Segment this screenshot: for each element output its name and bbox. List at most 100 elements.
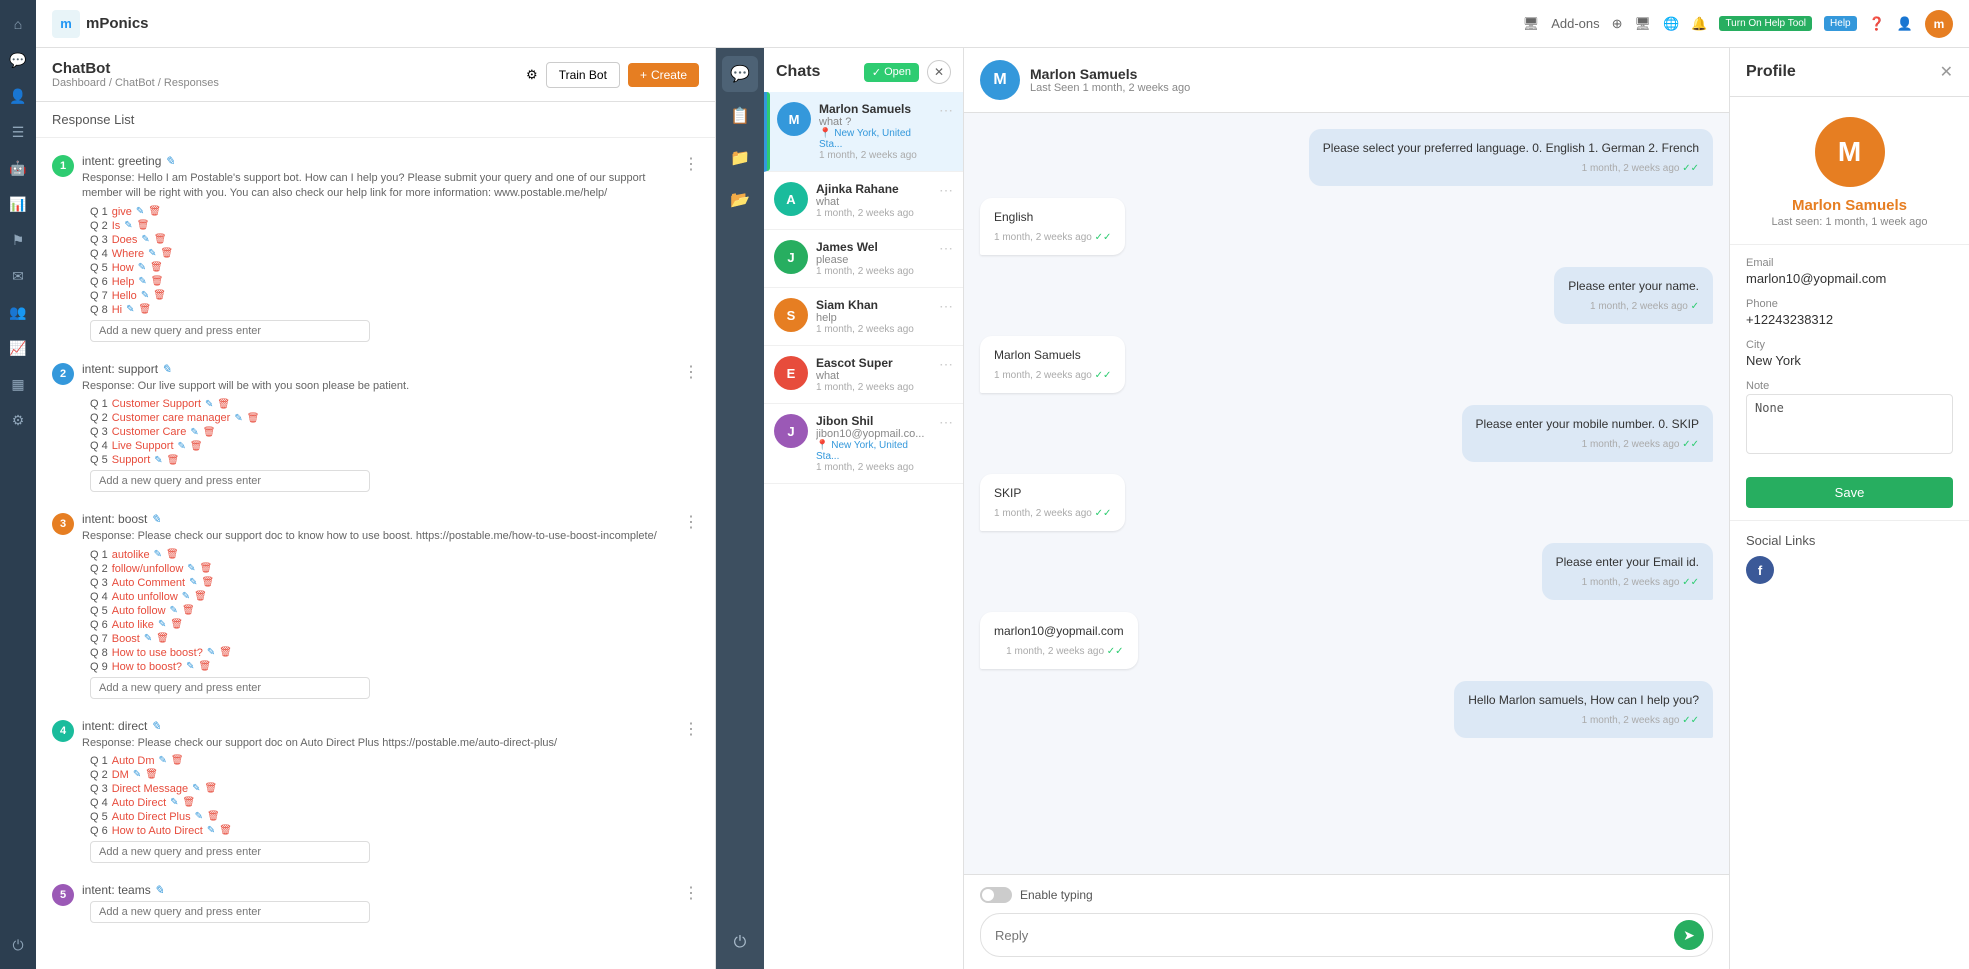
edit-icon[interactable]: ✎ [124,220,132,231]
save-button[interactable]: Save [1746,477,1953,508]
edit-icon[interactable]: ✎ [207,647,215,658]
nav-chat-icon[interactable]: 💬 [2,44,34,76]
edit-icon[interactable]: ✎ [192,783,200,794]
delete-icon[interactable]: 🗑 [153,290,166,301]
delete-icon[interactable]: 🗑 [207,811,220,822]
delete-icon[interactable]: 🗑 [203,427,216,438]
query-label[interactable]: Auto unfollow [112,591,178,603]
query-label[interactable]: Auto Dm [112,755,155,767]
delete-icon[interactable]: 🗑 [205,783,218,794]
query-label[interactable]: How to use boost? [112,647,203,659]
delete-icon[interactable]: 🗑 [217,399,230,410]
query-label[interactable]: Customer Care [112,426,187,438]
delete-icon[interactable]: 🗑 [194,591,207,602]
train-bot-button[interactable]: Train Bot [546,62,620,88]
edit-icon[interactable]: ✎ [187,563,195,574]
chat-menu-icon[interactable]: ⋯ [939,356,953,373]
delete-icon[interactable]: 🗑 [182,605,195,616]
sidebar-power-icon[interactable]: ⏻ [722,925,758,961]
intent-more-icon[interactable]: ⋮ [683,362,699,382]
delete-icon[interactable]: 🗑 [167,455,180,466]
query-label[interactable]: Customer care manager [112,412,231,424]
bell-icon[interactable]: 🔔 [1691,16,1707,32]
delete-icon[interactable]: 🗑 [148,206,161,217]
facebook-icon[interactable]: f [1746,556,1774,584]
edit-icon[interactable]: ✎ [136,206,144,217]
nav-home-icon[interactable]: ⌂ [2,8,34,40]
query-input[interactable] [90,901,370,923]
delete-icon[interactable]: 🗑 [156,633,169,644]
sidebar-archive-icon[interactable]: 📂 [722,182,758,218]
typing-toggle-switch[interactable] [980,887,1012,903]
delete-icon[interactable]: 🗑 [139,304,152,315]
nav-bot-icon[interactable]: 🤖 [2,152,34,184]
profile-close-button[interactable]: ✕ [1940,62,1953,82]
delete-icon[interactable]: 🗑 [145,769,158,780]
delete-icon[interactable]: 🗑 [166,549,179,560]
globe-icon[interactable]: 🌐 [1663,16,1679,32]
delete-icon[interactable]: 🗑 [219,647,232,658]
chat-item[interactable]: S Siam Khan help 1 month, 2 weeks ago ⋯ [764,288,963,346]
query-label[interactable]: Boost [112,633,140,645]
query-label[interactable]: Customer Support [112,398,201,410]
edit-icon[interactable]: ✎ [159,755,167,766]
intent-more-icon[interactable]: ⋮ [683,154,699,174]
nav-group-icon[interactable]: 👥 [2,296,34,328]
nav-bar-icon[interactable]: ▦ [2,368,34,400]
chat-menu-icon[interactable]: ⋯ [939,298,953,315]
edit-icon[interactable]: ✎ [195,811,203,822]
chat-item[interactable]: A Ajinka Rahane what 1 month, 2 weeks ag… [764,172,963,230]
query-label[interactable]: Auto follow [112,605,166,617]
edit-icon[interactable]: ✎ [186,661,194,672]
query-label[interactable]: Hello [112,290,137,302]
desktop-icon[interactable]: 🖥 [1635,16,1652,32]
delete-icon[interactable]: 🗑 [161,248,174,259]
query-label[interactable]: Is [112,220,121,232]
nav-settings-icon[interactable]: ⚙ [2,404,34,436]
intent-more-icon[interactable]: ⋮ [683,512,699,532]
chat-menu-icon[interactable]: ⋯ [939,182,953,199]
edit-icon[interactable]: ✎ [178,441,186,452]
edit-icon[interactable]: ✎ [144,633,152,644]
delete-icon[interactable]: 🗑 [154,234,167,245]
delete-icon[interactable]: 🗑 [171,755,184,766]
nav-menu-icon[interactable]: ☰ [2,116,34,148]
query-label[interactable]: follow/unfollow [112,563,184,575]
edit-icon[interactable]: ✎ [189,577,197,588]
note-textarea[interactable]: None [1746,394,1953,454]
edit-icon[interactable]: ✎ [234,413,242,424]
query-label[interactable]: autolike [112,549,150,561]
edit-icon[interactable]: ✎ [170,797,178,808]
send-button[interactable]: ➤ [1674,920,1704,950]
nav-flag-icon[interactable]: ⚑ [2,224,34,256]
intent-more-icon[interactable]: ⋮ [683,883,699,903]
delete-icon[interactable]: 🗑 [150,262,163,273]
edit-icon[interactable]: ✎ [158,619,166,630]
sidebar-folder-icon[interactable]: 📁 [722,140,758,176]
chat-menu-icon[interactable]: ⋯ [939,102,953,119]
nav-users-icon[interactable]: 👤 [2,80,34,112]
create-button[interactable]: + Create [628,63,699,87]
query-label[interactable]: DM [112,769,129,781]
help-badge[interactable]: Help [1824,16,1857,31]
query-label[interactable]: Auto Direct [112,797,166,809]
query-label[interactable]: How to Auto Direct [112,825,203,837]
edit-icon[interactable]: ✎ [138,276,146,287]
intent-more-icon[interactable]: ⋮ [683,719,699,739]
nav-analytics-icon[interactable]: 📊 [2,188,34,220]
chats-close-button[interactable]: ✕ [927,60,951,84]
query-label[interactable]: Hi [112,304,122,316]
query-input[interactable] [90,841,370,863]
query-input[interactable] [90,470,370,492]
delete-icon[interactable]: 🗑 [137,220,150,231]
addon-plus-icon[interactable]: ⊕ [1612,16,1623,32]
edit-icon[interactable]: ✎ [205,399,213,410]
chat-item[interactable]: J James Wel please 1 month, 2 weeks ago … [764,230,963,288]
delete-icon[interactable]: 🗑 [219,825,232,836]
edit-icon[interactable]: ✎ [133,769,141,780]
query-label[interactable]: Direct Message [112,783,188,795]
sidebar-chat-icon[interactable]: 💬 [722,56,758,92]
delete-icon[interactable]: 🗑 [247,413,260,424]
query-label[interactable]: Where [112,248,144,260]
nav-message-icon[interactable]: ✉ [2,260,34,292]
